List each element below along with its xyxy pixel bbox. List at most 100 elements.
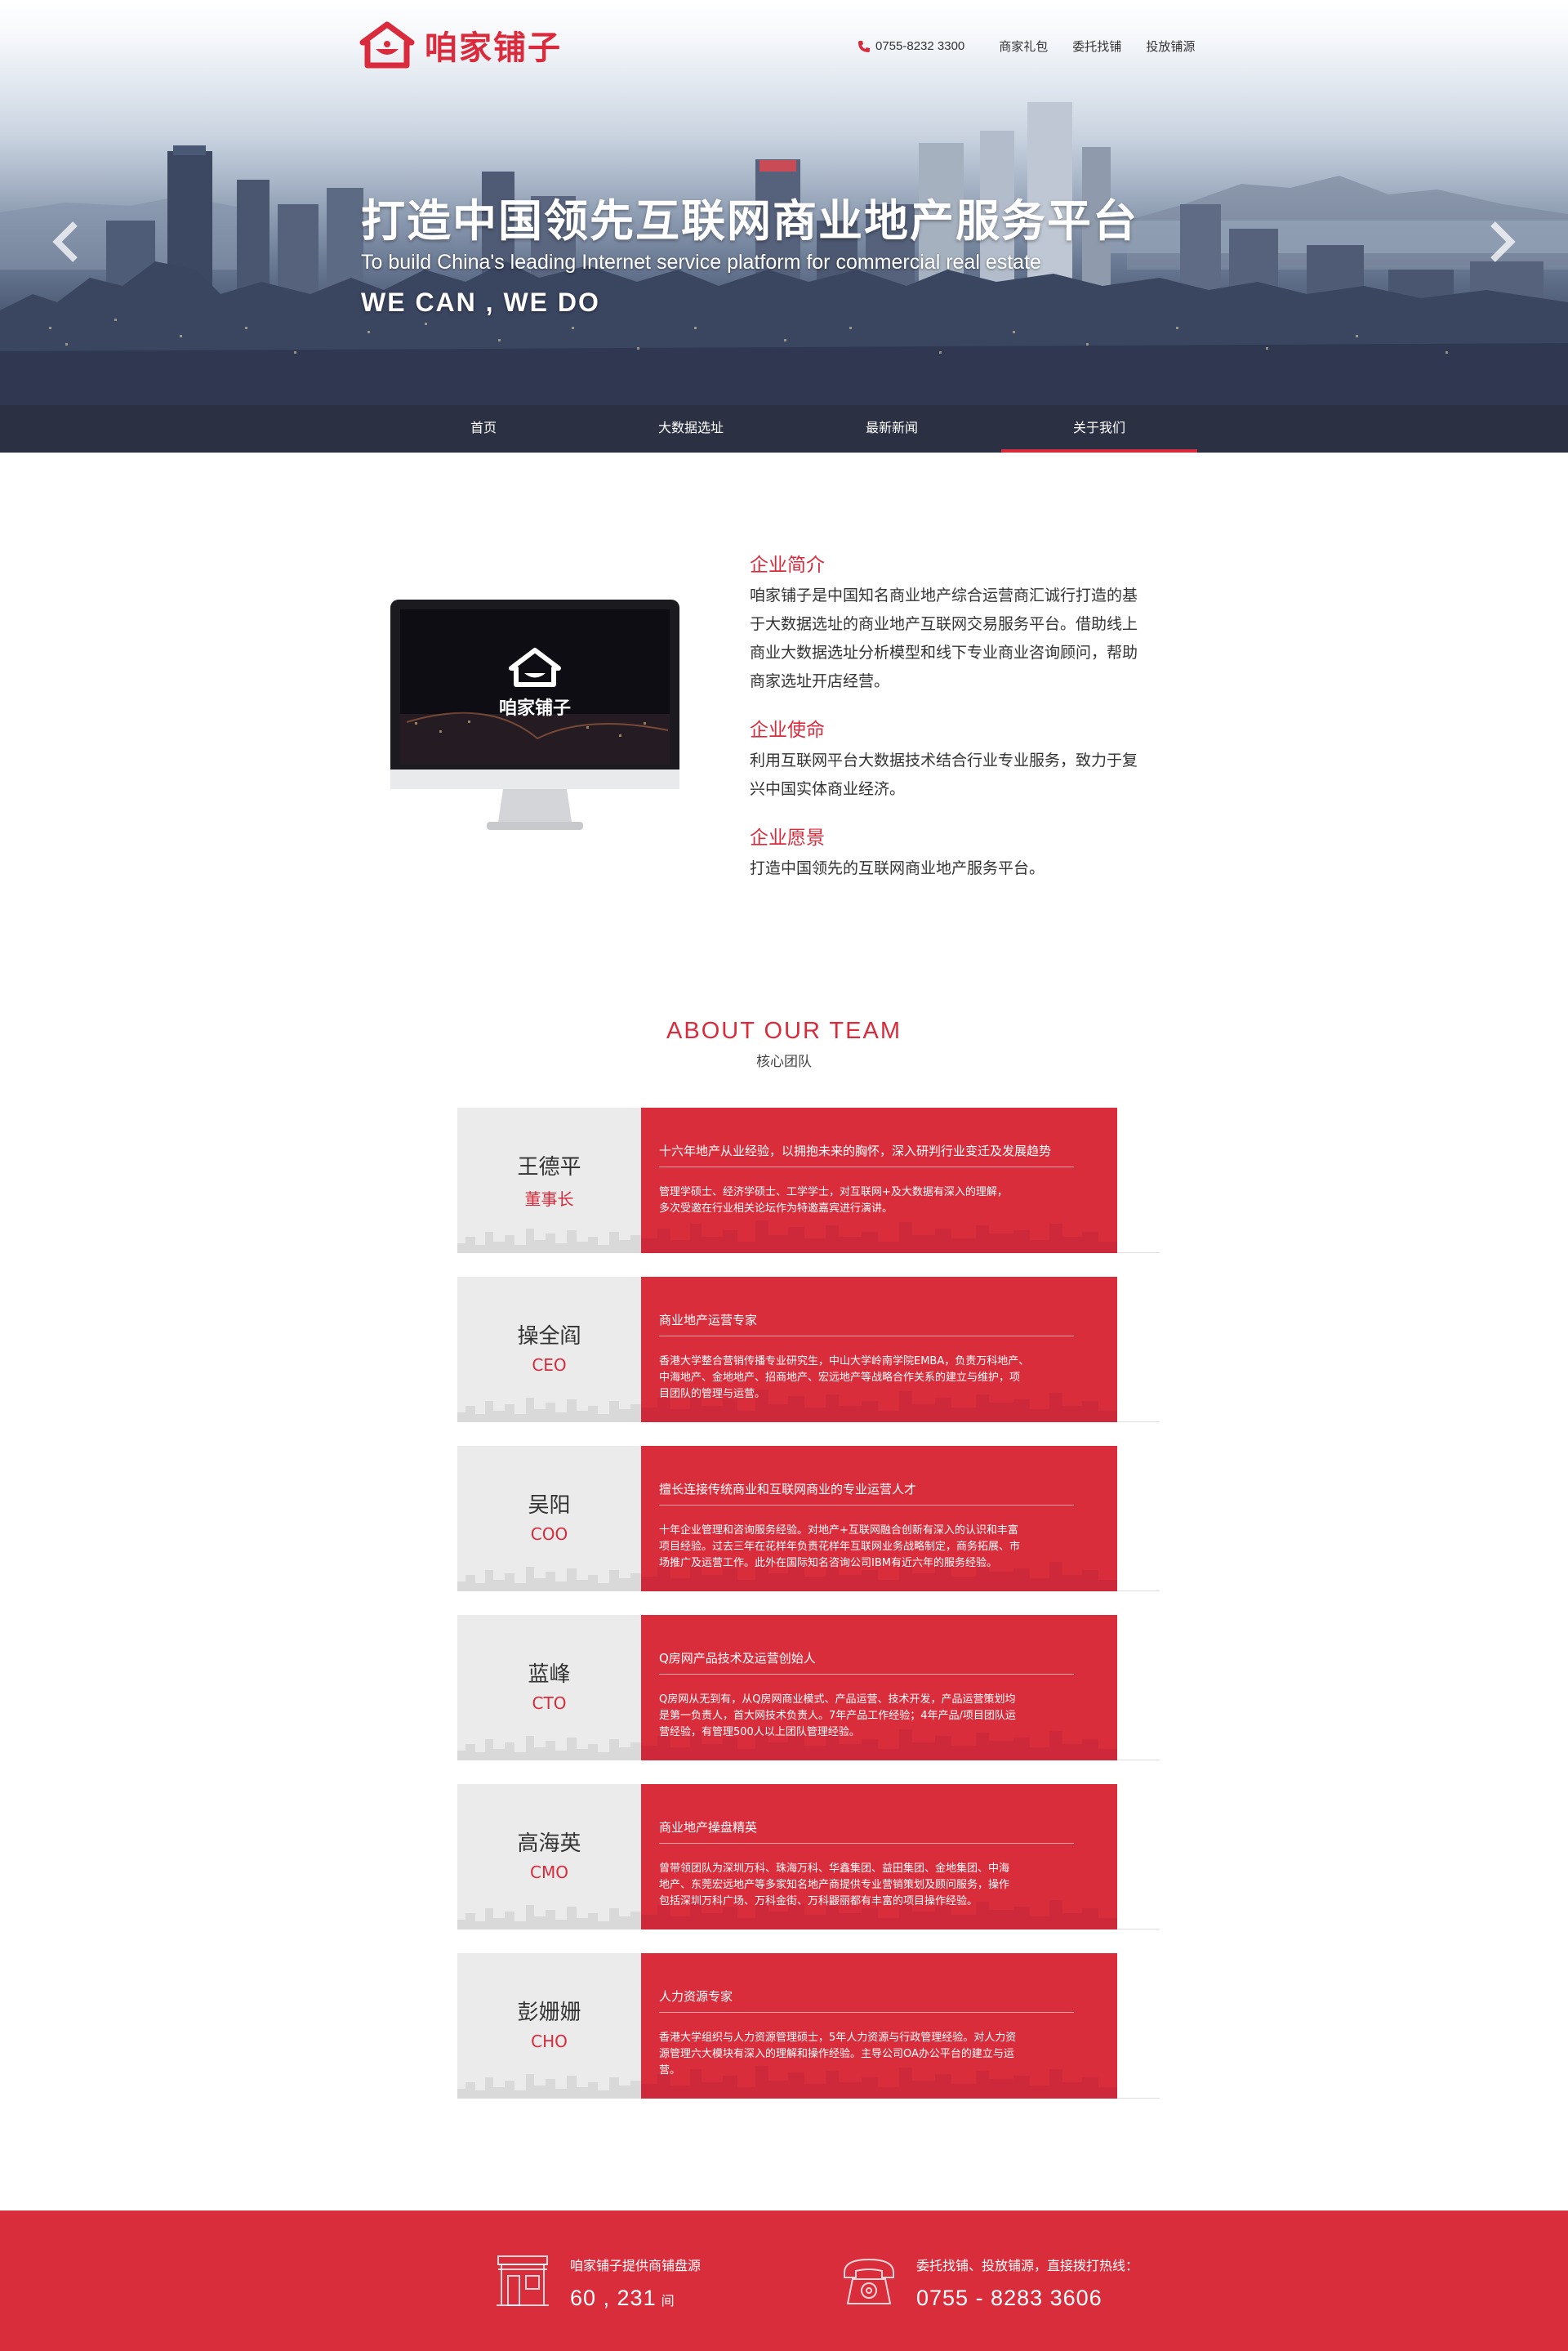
member-role: CMO [530,1863,568,1882]
team-member-card: 高海英 CMO 商业地产操盘精英 曾带领团队为深圳万科、珠海万科、华鑫集团、益田… [457,1784,1160,1929]
member-name-panel: 操全阎 CEO [457,1277,641,1422]
footer-hotline-label: 委托找铺、投放铺源，直接拨打热线： [916,2258,1139,2273]
member-description-line: 是第一负责人，首大网技术负责人。7年产品工作经验；4年产品/项目团队运 [659,1710,1016,1722]
footer-hotline: 委托找铺、投放铺源，直接拨打热线： 0755 - 8283 3606 [840,2251,1138,2311]
member-name: 操全阎 [517,1324,581,1349]
member-headline: 商业地产操盘精英 [659,1818,1074,1844]
intro-profile-title: 企业简介 [750,555,825,576]
member-description-line: 源管理六大模块有深入的理解和操作经验。主导公司OA办公平台的建立与运 [659,2048,1014,2060]
intro-vision: 企业愿景 打造中国领先的互联网商业地产服务平台。 [750,822,1166,883]
top-nav: 0755-8232 3300 商家礼包 委托找铺 投放铺源 [858,38,1195,55]
telephone-icon [844,2258,894,2304]
member-bio-panel: 十六年地产从业经验，以拥抱未来的胸怀，深入研判行业变迁及发展趋势 管理学硕士、经… [641,1108,1117,1253]
member-name-panel: 王德平 董事长 [457,1108,641,1253]
member-description-line: 营经验，有管理500人以上团队管理经验。 [659,1726,860,1738]
company-intro: 企业简介 咱家铺子是中国知名商业地产综合运营商汇诚行打造的基 于大数据选址的商业… [750,549,1166,901]
member-description-line: 多次受邀在行业相关论坛作为特邀嘉宾进行演讲。 [659,1202,893,1215]
intro-vision-title: 企业愿景 [750,828,825,849]
member-bio-panel: 商业地产运营专家 香港大学整合营销传播专业研究生，中山大学岭南学院EMBA，负责… [641,1277,1117,1422]
member-headline: Q房网产品技术及运营创始人 [659,1649,1074,1675]
member-role: CTO [532,1693,567,1713]
top-link-list-shop[interactable]: 投放铺源 [1146,38,1195,55]
house-logo-icon [359,21,415,69]
team-member-card: 蓝峰 CTO Q房网产品技术及运营创始人 Q房网从无到有，从Q房网商业模式、产品… [457,1615,1160,1760]
member-description: 十年企业管理和咨询服务经验。对地产+互联网融合创新有深入的认识和丰富 项目经验。过… [659,1523,1074,1572]
logo-text: 咱家铺子 [425,29,562,67]
footer-hotline-text: 委托找铺、投放铺源，直接拨打热线： 0755 - 8283 3606 [916,2251,1138,2311]
carousel-prev-arrow-icon[interactable] [51,221,83,263]
footer-shop-number: 60 , 231 间 [570,2286,701,2311]
member-name: 吴阳 [528,1493,571,1518]
member-description-line: 地产、东莞宏远地产等多家知名地产商提供专业营销策划及顾问服务，操作 [659,1879,1010,1891]
intro-vision-text: 打造中国领先的互联网商业地产服务平台。 [750,854,1166,883]
top-link-find-shop[interactable]: 委托找铺 [1072,38,1121,55]
member-headline: 商业地产运营专家 [659,1311,1074,1336]
team-member-list: 王德平 董事长 十六年地产从业经验，以拥抱未来的胸怀，深入研判行业变迁及发展趋势… [457,1108,1160,2122]
member-headline: 擅长连接传统商业和互联网商业的专业运营人才 [659,1480,1074,1506]
card-divider [1117,1421,1160,1422]
member-description-line: 香港大学整合营销传播专业研究生，中山大学岭南学院EMBA，负责万科地产、 [659,1355,1030,1367]
member-description-line: 曾带领团队为深圳万科、珠海万科、华鑫集团、益田集团、金地集团、中海 [659,1863,1010,1875]
shop-count-value: 60 , 231 [570,2286,657,2310]
hero-banner: 咱家铺子 0755-8232 3300 商家礼包 委托找铺 投放铺源 打造中国领… [0,0,1568,453]
member-name-panel: 吴阳 COO [457,1446,641,1591]
member-description: 香港大学整合营销传播专业研究生，中山大学岭南学院EMBA，负责万科地产、 中海地产… [659,1354,1074,1403]
top-bar: 咱家铺子 0755-8232 3300 商家礼包 委托找铺 投放铺源 [0,0,1568,90]
city-silhouette-image [457,1736,641,1760]
nav-item-news[interactable]: 最新新闻 [826,405,957,453]
team-member-card: 彭姗姗 CHO 人力资源专家 香港大学组织与人力资源管理硕士，5年人力资源与行政… [457,1953,1160,2099]
shop-count-unit: 间 [661,2295,675,2309]
nav-item-big-data[interactable]: 大数据选址 [626,405,756,453]
member-description-line: 中海地产、金地地产、招商地产、宏远地产等战略合作关系的建立与维护，项 [659,1372,1021,1384]
intro-line: 利用互联网平台大数据技术结合行业专业服务，致力于复 [750,752,1138,770]
nav-item-about-us[interactable]: 关于我们 [1001,405,1197,453]
intro-mission-text: 利用互联网平台大数据技术结合行业专业服务，致力于复 兴中国实体商业经济。 [750,747,1166,804]
slogan-english: To build China's leading Internet servic… [361,251,1041,274]
storefront-icon [497,2255,549,2306]
city-silhouette-image [641,1220,1117,1253]
intro-line: 商家选址开店经营。 [750,672,890,690]
footer-shop-count-text: 咱家铺子提供商铺盘源 60 , 231 间 [570,2251,701,2311]
member-description: 香港大学组织与人力资源管理硕士，5年人力资源与行政管理经验。对人力资 源管理六大模… [659,2030,1074,2079]
intro-line: 咱家铺子是中国知名商业地产综合运营商汇诚行打造的基 [750,587,1138,604]
intro-line: 商业大数据选址分析模型和线下专业商业咨询顾问，帮助 [750,644,1138,662]
top-link-merchant-gift[interactable]: 商家礼包 [999,38,1048,55]
slogan-tagline: WE CAN , WE DO [361,288,600,317]
main-nav-bar: 首页 大数据选址 最新新闻 关于我们 [0,405,1568,453]
member-description-line: 包括深圳万科广场、万科金街、万科鼹丽都有丰富的项目操作经验。 [659,1895,978,1907]
team-title-chinese: 核心团队 [756,1054,812,1070]
intro-profile: 企业简介 咱家铺子是中国知名商业地产综合运营商汇诚行打造的基 于大数据选址的商业… [750,549,1166,696]
member-role: COO [530,1524,568,1544]
member-name-panel: 高海英 CMO [457,1784,641,1929]
intro-profile-text: 咱家铺子是中国知名商业地产综合运营商汇诚行打造的基 于大数据选址的商业地产互联网… [750,582,1166,696]
carousel-next-arrow-icon[interactable] [1485,221,1517,263]
member-description-line: 营。 [659,2064,681,2077]
card-divider [1117,2098,1160,2099]
member-name-panel: 彭姗姗 CHO [457,1953,641,2099]
member-description-line: 十年企业管理和咨询服务经验。对地产+互联网融合创新有深入的认识和丰富 [659,1524,1018,1537]
member-description-line: 场推广及运营工作。此外在国际知名咨询公司IBM有近六年的服务经验。 [659,1557,997,1569]
footer-hotline-number[interactable]: 0755 - 8283 3606 [916,2286,1138,2311]
member-bio-panel: 人力资源专家 香港大学组织与人力资源管理硕士，5年人力资源与行政管理经验。对人力… [641,1953,1117,2099]
phone-icon [858,40,870,52]
intro-mission: 企业使命 利用互联网平台大数据技术结合行业专业服务，致力于复 兴中国实体商业经济… [750,714,1166,804]
member-description-line: Q房网从无到有，从Q房网商业模式、产品运营、技术开发，产品运营策划均 [659,1693,1016,1706]
member-description: 管理学硕士、经济学硕士、工学学士，对互联网+及大数据有深入的理解， 多次受邀在行业… [659,1184,1074,1217]
site-logo[interactable]: 咱家铺子 [359,21,562,69]
city-silhouette-image [457,1229,641,1253]
intro-mission-title: 企业使命 [750,720,825,741]
card-divider [1117,1590,1160,1591]
member-name: 高海英 [517,1831,581,1856]
top-phone-number: 0755-8232 3300 [875,39,965,53]
footer-shop-label: 咱家铺子提供商铺盘源 [570,2258,702,2273]
city-silhouette-image [457,1905,641,1929]
card-divider [1117,1252,1160,1253]
member-description: 曾带领团队为深圳万科、珠海万科、华鑫集团、益田集团、金地集团、中海 地产、东莞宏远… [659,1861,1074,1910]
footer: 咱家铺子提供商铺盘源 60 , 231 间 委托找铺、投放铺源，直接拨打热线： 0… [0,2210,1568,2351]
member-headline: 十六年地产从业经验，以拥抱未来的胸怀，深入研判行业变迁及发展趋势 [659,1142,1074,1167]
member-bio-panel: 商业地产操盘精英 曾带领团队为深圳万科、珠海万科、华鑫集团、益田集团、金地集团、… [641,1784,1117,1929]
nav-item-home[interactable]: 首页 [418,405,549,453]
monitor-logo-text: 咱家铺子 [499,698,571,719]
monitor-image: 咱家铺子 [390,600,679,830]
member-headline: 人力资源专家 [659,1987,1074,2013]
